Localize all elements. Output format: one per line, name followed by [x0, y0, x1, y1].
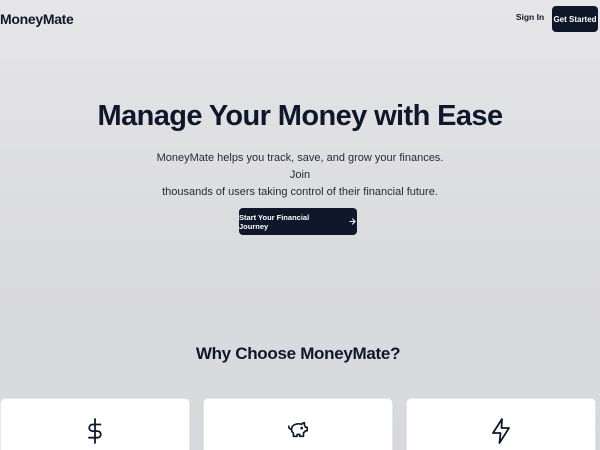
feature-card-speed [406, 398, 596, 450]
hero-title: Manage Your Money with Ease [97, 100, 504, 132]
top-nav: MoneyMate Sign In Get Started [0, 0, 600, 40]
features-title: Why Choose MoneyMate? [195, 344, 401, 363]
sign-in-link[interactable]: Sign In [512, 12, 548, 22]
logo[interactable]: MoneyMate [0, 11, 74, 27]
arrow-right-icon [348, 217, 357, 226]
lightning-icon [491, 418, 511, 444]
piggy-bank-icon [287, 418, 309, 440]
start-journey-button[interactable]: Start Your Financial Journey [239, 208, 357, 235]
feature-card-savings [203, 398, 393, 450]
dollar-icon [86, 418, 104, 444]
hero-subtitle-line-2: thousands of users taking control of the… [162, 186, 438, 198]
hero-subtitle-line-1: MoneyMate helps you track, save, and gro… [156, 152, 444, 181]
start-journey-label: Start Your Financial Journey [239, 212, 310, 231]
hero-subtitle: MoneyMate helps you track, save, and gro… [150, 150, 450, 201]
get-started-button[interactable]: Get Started [552, 6, 598, 32]
feature-card-money [0, 398, 190, 450]
